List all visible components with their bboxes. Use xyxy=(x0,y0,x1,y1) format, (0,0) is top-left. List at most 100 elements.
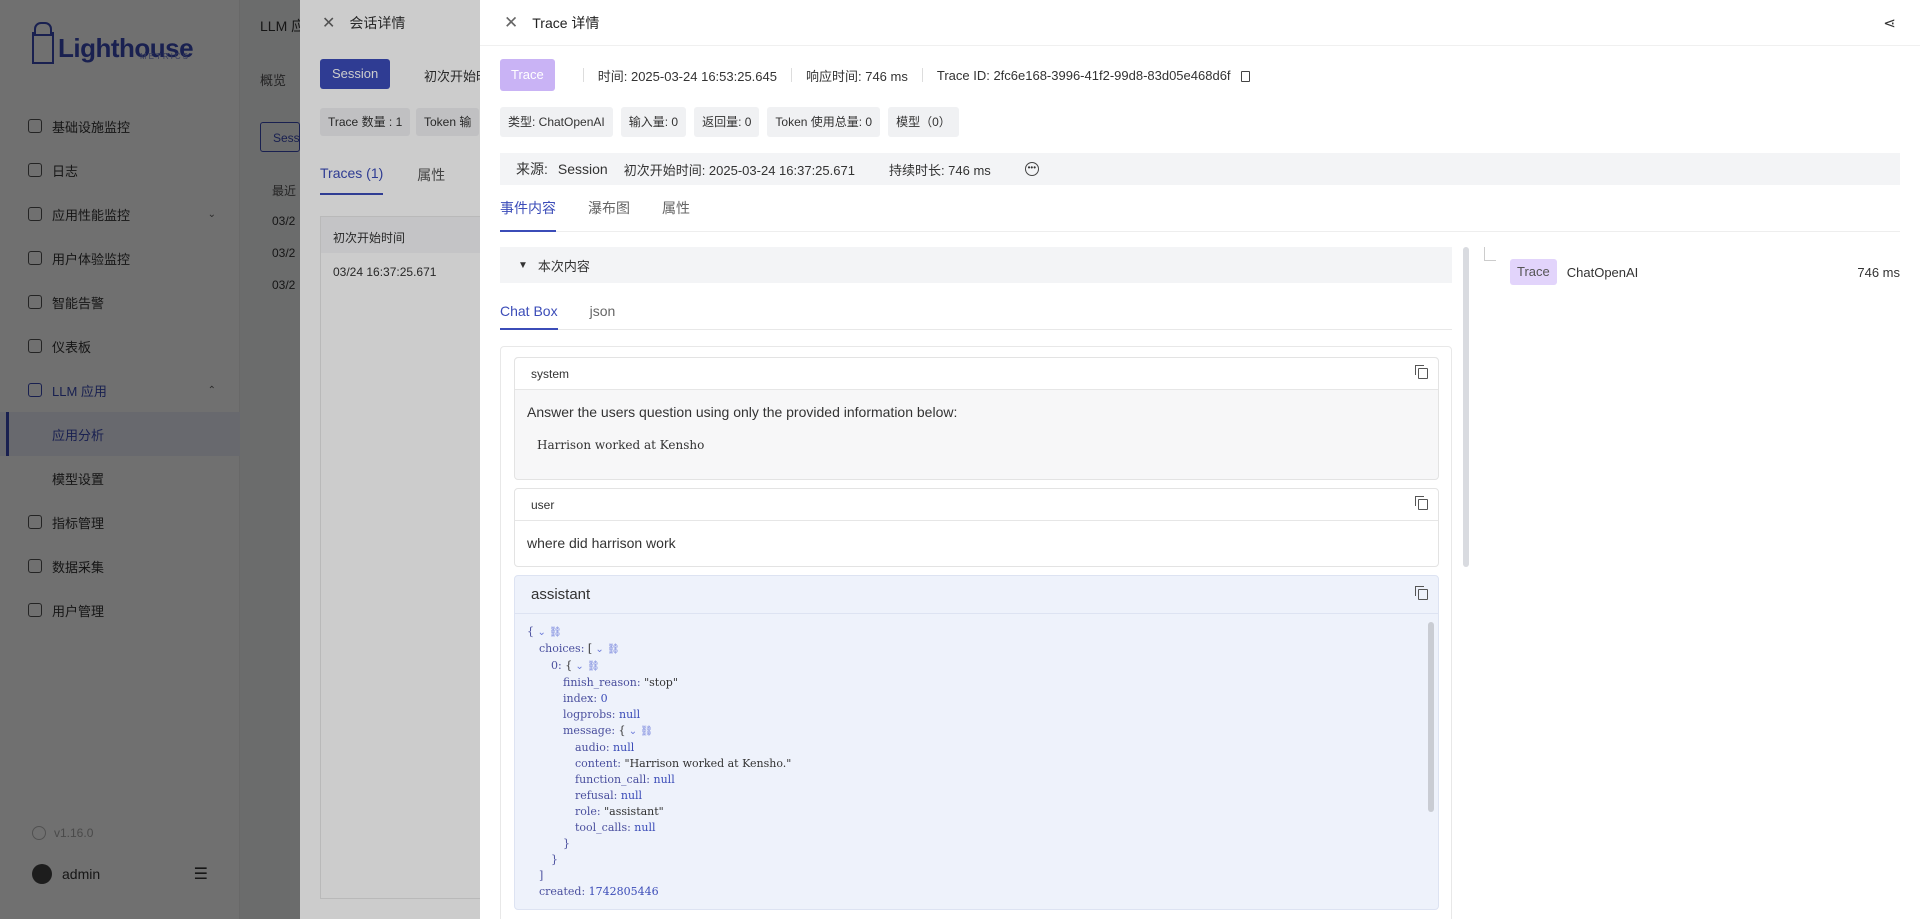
json-line: function_call: null xyxy=(527,772,1426,788)
expand-link-icon[interactable]: ⌄ ⛓ xyxy=(592,644,619,655)
content-tabs: Chat Box json xyxy=(500,295,1452,330)
json-line: finish_reason: "stop" xyxy=(527,675,1426,691)
json-key: choices: xyxy=(539,642,588,655)
json-line: logprobs: null xyxy=(527,707,1426,723)
json-line: choices: [ ⌄ ⛓ xyxy=(527,641,1426,658)
tab-json[interactable]: json xyxy=(590,295,616,330)
json-line: message: { ⌄ ⛓ xyxy=(527,723,1426,740)
message-role: user xyxy=(531,497,555,512)
tree-connector xyxy=(1484,247,1496,261)
message-pre: Harrison worked at Kensho xyxy=(537,438,705,452)
message-body: Answer the users question using only the… xyxy=(515,390,1438,466)
section-header[interactable]: ▼ 本次内容 xyxy=(500,247,1452,283)
message-role: system xyxy=(531,366,570,381)
trace-id: Trace ID: 2fc6e168-3996-41f2-99d8-83d05e… xyxy=(936,67,1231,83)
content-scrollbar[interactable] xyxy=(1463,247,1469,567)
message-text: where did harrison work xyxy=(527,535,676,551)
tab-waterfall[interactable]: 瀑布图 xyxy=(588,198,630,232)
message-header: system xyxy=(515,358,1438,390)
json-value: 1742805446 xyxy=(588,885,659,898)
json-line: } xyxy=(527,852,1426,868)
share-icon[interactable]: ⋖ xyxy=(1883,14,1896,32)
json-value: null xyxy=(634,821,656,834)
message-role: assistant xyxy=(531,586,591,603)
assistant-message: assistant { ⌄ ⛓ choices: [ ⌄ ⛓ 0: { ⌄ ⛓ fin… xyxy=(514,575,1439,910)
json-key: } xyxy=(563,837,570,850)
token-total-chip: Token 使用总量: 0 xyxy=(767,107,881,137)
message-header: user xyxy=(515,489,1438,521)
json-line: 0: { ⌄ ⛓ xyxy=(527,658,1426,675)
json-key: { xyxy=(527,625,538,638)
json-value: null xyxy=(613,741,635,754)
chat-box: system Answer the users question using o… xyxy=(500,346,1452,919)
json-key: } xyxy=(551,853,558,866)
source-label: 来源: xyxy=(516,161,548,177)
copy-icon[interactable] xyxy=(1415,586,1428,600)
divider xyxy=(582,68,584,82)
source-duration: 持续时长: 746 ms xyxy=(888,162,991,178)
message-text: Answer the users question using only the… xyxy=(527,404,958,420)
copy-icon[interactable] xyxy=(1240,70,1250,82)
span-name: ChatOpenAI xyxy=(1566,264,1639,280)
trace-drawer-title: Trace 详情 xyxy=(532,14,600,31)
json-value: 0 xyxy=(600,692,608,705)
json-line: } xyxy=(527,836,1426,852)
close-icon[interactable]: ✕ xyxy=(504,13,518,33)
expand-link-icon[interactable]: ⌄ ⛓ xyxy=(626,726,653,737)
source-value[interactable]: Session xyxy=(558,161,608,177)
json-line: created: 1742805446 xyxy=(527,884,1426,900)
copy-icon[interactable] xyxy=(1415,365,1428,379)
trace-drawer: ✕ Trace 详情 ⋖ Trace 时间: 2025-03-24 16:53:… xyxy=(480,0,1920,919)
trace-badge: Trace xyxy=(500,59,555,91)
span-type-badge: Trace xyxy=(1510,259,1557,285)
json-key: logprobs: xyxy=(563,708,619,721)
json-line: audio: null xyxy=(527,740,1426,756)
tab-event-content[interactable]: 事件内容 xyxy=(500,198,556,232)
json-line: index: 0 xyxy=(527,691,1426,707)
section-title: 本次内容 xyxy=(537,258,590,274)
json-line: content: "Harrison worked at Kensho." xyxy=(527,756,1426,772)
message-header: assistant xyxy=(515,576,1438,614)
source-bar: 来源: Session 初次开始时间: 2025-03-24 16:37:25.… xyxy=(500,153,1900,185)
tab-attributes[interactable]: 属性 xyxy=(662,198,690,232)
json-line: refusal: null xyxy=(527,788,1426,804)
json-key: 0: xyxy=(551,659,566,672)
input-chip: 输入量: 0 xyxy=(620,107,687,137)
event-content-pane: ▼ 本次内容 Chat Box json system Answer the u… xyxy=(500,247,1452,919)
divider xyxy=(791,68,792,82)
trace-time: 时间: 2025-03-24 16:53:25.645 xyxy=(597,68,777,84)
json-key: finish_reason: xyxy=(563,676,645,689)
json-key: audio: xyxy=(575,741,614,754)
trace-meta: Trace 时间: 2025-03-24 16:53:25.645 响应时间: … xyxy=(500,59,1250,91)
expand-link-icon[interactable]: ⌄ ⛓ xyxy=(538,627,562,638)
json-key: tool_calls: xyxy=(575,821,635,834)
more-icon[interactable]: ••• xyxy=(1024,162,1039,176)
divider xyxy=(921,68,923,82)
json-value: null xyxy=(619,708,641,721)
json-value: "stop" xyxy=(644,676,678,689)
span-duration: 746 ms xyxy=(1857,264,1900,280)
json-value: "Harrison worked at Kensho." xyxy=(624,757,792,770)
span-row[interactable]: Trace ChatOpenAI 746 ms xyxy=(1510,259,1900,285)
user-message: user where did harrison work xyxy=(514,488,1439,567)
tab-chat-box[interactable]: Chat Box xyxy=(500,295,558,330)
json-viewer[interactable]: { ⌄ ⛓ choices: [ ⌄ ⛓ 0: { ⌄ ⛓ finish_reason… xyxy=(515,614,1438,909)
copy-icon[interactable] xyxy=(1415,496,1428,510)
trace-response-time: 响应时间: 746 ms xyxy=(806,68,908,84)
json-line: role: "assistant" xyxy=(527,804,1426,820)
trace-chips: 类型: ChatOpenAI 输入量: 0 返回量: 0 Token 使用总量:… xyxy=(500,107,967,137)
model-chip: 模型（0） xyxy=(888,107,959,137)
json-value: null xyxy=(653,773,675,786)
expand-link-icon[interactable]: ⌄ ⛓ xyxy=(572,661,599,672)
chevron-down-icon: ▼ xyxy=(518,259,528,271)
json-line: tool_calls: null xyxy=(527,820,1426,836)
json-key: content: xyxy=(575,757,625,770)
json-line: ] xyxy=(527,868,1426,884)
type-chip: 类型: ChatOpenAI xyxy=(500,107,613,137)
json-line: { ⌄ ⛓ xyxy=(527,624,1426,641)
json-value: { xyxy=(618,724,626,737)
json-value: "assistant" xyxy=(604,805,664,818)
output-chip: 返回量: 0 xyxy=(694,107,760,137)
event-tabs: 事件内容 瀑布图 属性 xyxy=(500,198,1900,232)
scrollbar[interactable] xyxy=(1428,622,1434,812)
